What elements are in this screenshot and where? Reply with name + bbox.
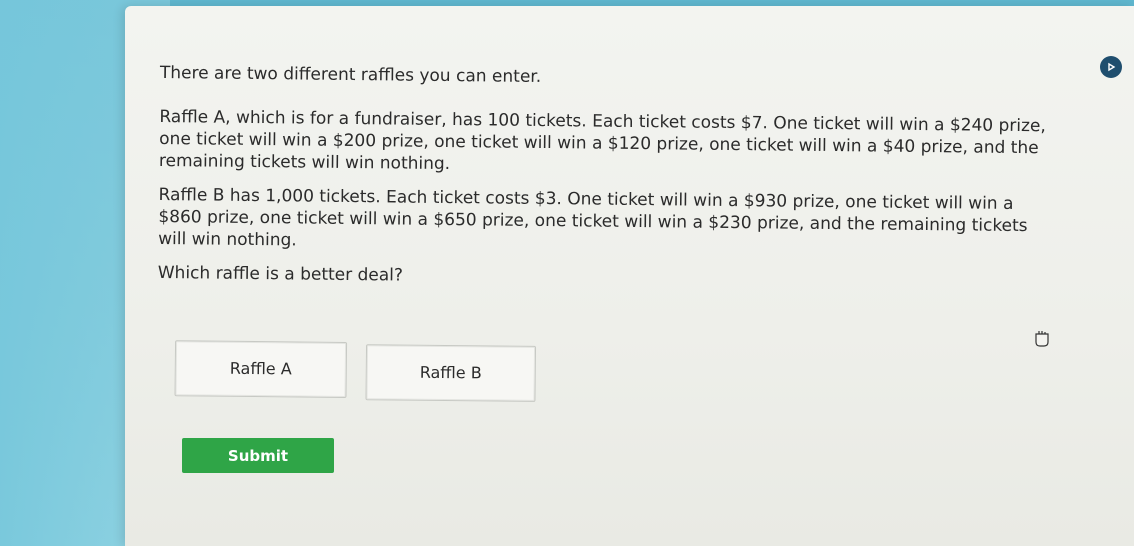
hand-pointer-icon (1035, 331, 1049, 347)
play-icon[interactable] (1100, 56, 1122, 78)
submit-button[interactable]: Submit (182, 438, 334, 473)
choice-raffle-a-label: Raffle A (229, 358, 292, 379)
raffle-b-description: Raffle B has 1,000 tickets. Each ticket … (158, 184, 1028, 251)
play-triangle-icon (1108, 62, 1116, 72)
raffle-a-description: Raffle A, which is for a fundraiser, has… (158, 106, 1046, 175)
question-area: There are two different raffles you can … (158, 62, 1060, 402)
choice-raffle-b-label: Raffle B (419, 362, 482, 383)
choice-raffle-b[interactable]: Raffle B (365, 344, 537, 402)
choice-raffle-a[interactable]: Raffle A (174, 340, 348, 398)
